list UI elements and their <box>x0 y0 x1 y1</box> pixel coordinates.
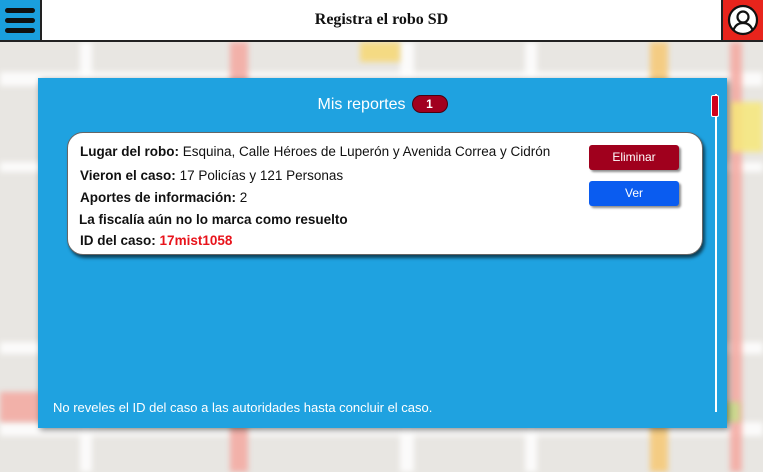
scrollbar-track[interactable] <box>715 94 717 412</box>
app-header: Registra el robo SD <box>0 0 763 42</box>
location-value: Esquina, Calle Héroes de Luperón y Aveni… <box>182 144 551 159</box>
user-profile-icon <box>727 4 759 36</box>
panel-title: Mis reportes <box>317 96 406 113</box>
scrollbar-thumb[interactable] <box>711 95 719 117</box>
seen-line: Vieron el caso: 17 Policías y 121 Person… <box>80 168 343 183</box>
panel-title-row: Mis reportes 1 <box>38 94 727 116</box>
case-id-line: ID del caso: 17mist1058 <box>80 233 232 248</box>
seen-value: 17 Policías y 121 Personas <box>179 168 344 183</box>
case-id-value: 17mist1058 <box>159 233 233 248</box>
case-id-label: ID del caso: <box>80 233 156 248</box>
report-count-badge: 1 <box>411 95 448 113</box>
report-card: Lugar del robo: Esquina, Calle Héroes de… <box>67 132 703 255</box>
reports-panel: Mis reportes 1 Lugar del robo: Esquina, C… <box>38 78 727 428</box>
location-line: Lugar del robo: Esquina, Calle Héroes de… <box>80 144 550 159</box>
contributions-line: Aportes de información: 2 <box>80 190 247 205</box>
profile-button[interactable] <box>721 0 763 40</box>
location-label: Lugar del robo: <box>80 144 179 159</box>
contributions-value: 2 <box>239 190 248 205</box>
view-button[interactable]: Ver <box>589 181 679 206</box>
contributions-label: Aportes de información: <box>80 190 237 205</box>
page-title: Registra el robo SD <box>314 11 449 28</box>
delete-button[interactable]: Eliminar <box>589 145 679 170</box>
seen-label: Vieron el caso: <box>80 168 176 183</box>
status-text: La fiscalía aún no lo marca como resuelt… <box>79 212 348 227</box>
footer-note: No reveles el ID del caso a las autorida… <box>53 400 433 415</box>
